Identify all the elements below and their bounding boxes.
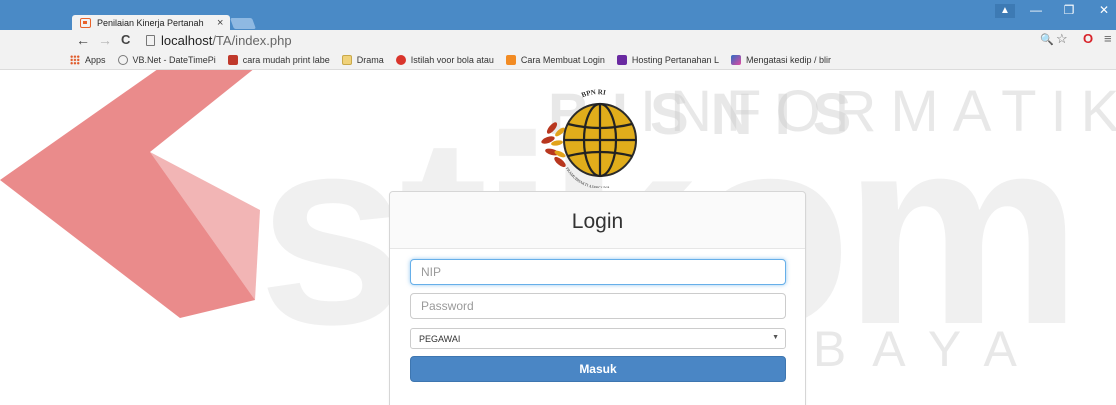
menu-icon[interactable]: ≡ [1104, 31, 1112, 46]
url-path: /TA/index.php [212, 32, 292, 48]
masuk-button[interactable]: Masuk [410, 356, 786, 382]
search-icon[interactable]: 🔍 [1040, 33, 1054, 46]
login-title: Login [571, 210, 624, 233]
close-window-button[interactable]: ✕ [1092, 3, 1116, 17]
bookmark-label: Hosting Pertanahan L [631, 54, 719, 65]
browser-titlebar: Penilaian Kinerja Pertanah × ▲ — ❐ ✕ [0, 0, 1116, 30]
vb-icon [117, 54, 128, 65]
tab-title: Penilaian Kinerja Pertanah [97, 17, 204, 28]
nip-input[interactable] [410, 259, 786, 285]
role-select[interactable]: PEGAWAI ▼ [410, 328, 786, 349]
password-input[interactable] [410, 293, 786, 319]
chevron-down-icon: ▼ [772, 334, 779, 341]
minimize-button[interactable]: — [1024, 3, 1048, 17]
browser-tab-active[interactable]: Penilaian Kinerja Pertanah × [72, 15, 230, 30]
user-profile-icon[interactable]: ▲ [995, 4, 1015, 18]
bookmark-item[interactable]: Drama [341, 54, 384, 65]
bookmark-apps[interactable]: Apps [70, 54, 106, 65]
forward-button[interactable]: → [98, 32, 112, 48]
bookmark-item[interactable]: Istilah voor bola atau [395, 54, 494, 65]
bookmark-label: Mengatasi kedip / blir [745, 54, 832, 65]
bookmark-label: Drama [356, 54, 384, 65]
role-select-value: PEGAWAI [419, 333, 461, 344]
url-host: localhost [161, 32, 213, 48]
bookmark-star-icon[interactable]: ☆ [1056, 31, 1068, 47]
new-tab-button[interactable] [229, 18, 257, 29]
link-icon [227, 54, 238, 65]
bpn-ri-logo: BPN RI PRAMUBHAKTI ADHIGUNA [541, 88, 637, 188]
bookmark-label: cara mudah print labe [242, 54, 330, 65]
bookmark-item[interactable]: cara mudah print labe [227, 54, 330, 65]
bookmark-label: VB.Net - DateTimePi [132, 54, 216, 65]
logo-top-text: BPN RI [580, 88, 606, 99]
sun-icon [395, 54, 406, 65]
blogger-icon [505, 54, 516, 65]
tab-close-icon[interactable]: × [217, 17, 223, 29]
back-button[interactable]: ← [76, 32, 90, 48]
bookmark-label: Cara Membuat Login [520, 54, 605, 65]
address-bar[interactable]: localhost /TA/index.php [142, 32, 1022, 48]
apps-label: Apps [85, 54, 106, 65]
folder-icon [341, 54, 352, 65]
watermark-informatika: INFORMATIKA [640, 79, 1116, 144]
apps-grid-icon [70, 54, 80, 65]
login-panel-heading: Login [390, 192, 805, 249]
bookmark-item[interactable]: Hosting Pertanahan L [616, 54, 719, 65]
login-panel: Login PEGAWAI ▼ Masuk [389, 191, 806, 405]
bookmark-label: Istilah voor bola atau [410, 54, 494, 65]
restore-button[interactable]: ❐ [1057, 3, 1081, 17]
browser-toolbar: ← → C localhost /TA/index.php 🔍 ☆ O ≡ [0, 30, 1116, 50]
opera-icon[interactable]: O [1083, 31, 1093, 46]
bookmark-item[interactable]: Cara Membuat Login [505, 54, 605, 65]
svg-text:BPN RI: BPN RI [580, 88, 606, 99]
reload-button[interactable]: C [121, 32, 130, 48]
image-icon [730, 54, 741, 65]
yahoo-icon [616, 54, 627, 65]
tab-favicon-icon [80, 17, 91, 28]
page-icon [146, 34, 155, 46]
bookmark-item[interactable]: VB.Net - DateTimePi [117, 54, 216, 65]
bookmarks-bar: Apps VB.Net - DateTimePi cara mudah prin… [0, 50, 1116, 70]
bookmark-item[interactable]: Mengatasi kedip / blir [730, 54, 832, 65]
